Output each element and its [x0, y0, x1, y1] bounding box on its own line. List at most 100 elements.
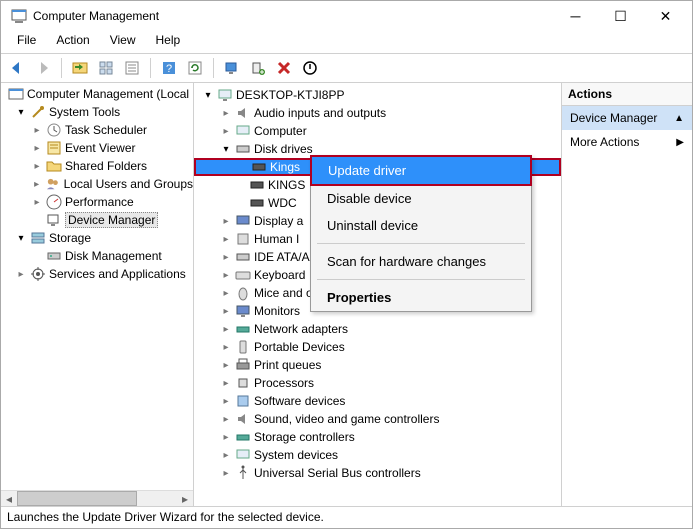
device-manager-icon — [46, 212, 62, 228]
enable-disable-button[interactable] — [298, 56, 322, 80]
forward-button[interactable] — [31, 56, 55, 80]
tree-services[interactable]: ▸ Services and Applications — [1, 265, 193, 283]
expand-icon[interactable]: ▸ — [31, 161, 43, 172]
menubar: File Action View Help — [1, 31, 692, 53]
tree-system-tools[interactable]: ▾ System Tools — [1, 103, 193, 121]
ctx-disable-device[interactable]: Disable device — [311, 185, 531, 212]
dev-processors[interactable]: ▸Processors — [194, 374, 561, 392]
display-icon — [235, 213, 251, 229]
tree-event-viewer[interactable]: ▸ Event Viewer — [1, 139, 193, 157]
drive-icon — [249, 177, 265, 193]
dev-portable[interactable]: ▸Portable Devices — [194, 338, 561, 356]
expand-icon[interactable]: ▸ — [31, 125, 43, 136]
expand-icon[interactable]: ▸ — [15, 269, 27, 280]
ctx-update-driver[interactable]: Update driver — [310, 155, 532, 186]
usb-icon — [235, 465, 251, 481]
network-icon — [235, 321, 251, 337]
pc-icon — [235, 123, 251, 139]
dev-root[interactable]: ▾ DESKTOP-KTJI8PP — [194, 86, 561, 104]
tree-device-manager[interactable]: Device Manager — [1, 211, 193, 229]
tree-disk-management[interactable]: Disk Management — [1, 247, 193, 265]
main-body: Computer Management (Local ▾ System Tool… — [1, 83, 692, 506]
export-list-button[interactable] — [120, 56, 144, 80]
services-icon — [30, 266, 46, 282]
cpu-icon — [235, 375, 251, 391]
portable-icon — [235, 339, 251, 355]
collapse-icon[interactable]: ▾ — [15, 107, 27, 118]
dev-sound[interactable]: ▸Sound, video and game controllers — [194, 410, 561, 428]
help-button[interactable]: ? — [157, 56, 181, 80]
back-button[interactable] — [5, 56, 29, 80]
scan-hardware-button[interactable] — [220, 56, 244, 80]
monitor-icon — [235, 303, 251, 319]
show-hide-tree-button[interactable] — [68, 56, 92, 80]
expand-icon[interactable]: ▸ — [31, 179, 42, 190]
collapse-icon: ▲ — [674, 113, 684, 124]
minimize-button[interactable]: ─ — [553, 1, 598, 31]
dev-storage-ctrl[interactable]: ▸Storage controllers — [194, 428, 561, 446]
context-menu: Update driver Disable device Uninstall d… — [310, 155, 532, 312]
tools-icon — [30, 104, 46, 120]
performance-icon — [46, 194, 62, 210]
update-driver-button[interactable] — [246, 56, 270, 80]
tree-local-users[interactable]: ▸ Local Users and Groups — [1, 175, 193, 193]
dev-system[interactable]: ▸System devices — [194, 446, 561, 464]
actions-more[interactable]: More Actions ▶ — [562, 130, 692, 154]
system-icon — [235, 447, 251, 463]
disk-icon — [235, 141, 251, 157]
menu-file[interactable]: File — [7, 31, 46, 53]
left-hscrollbar[interactable]: ◂ ▸ — [1, 490, 193, 506]
maximize-button[interactable]: ☐ — [598, 1, 643, 31]
software-icon — [235, 393, 251, 409]
tree-shared-folders[interactable]: ▸ Shared Folders — [1, 157, 193, 175]
drive-icon — [249, 195, 265, 211]
actions-pane: Actions Device Manager ▲ More Actions ▶ — [562, 83, 692, 506]
hid-icon — [235, 231, 251, 247]
disk-mgmt-icon — [46, 248, 62, 264]
collapse-icon[interactable]: ▾ — [202, 90, 214, 101]
expand-icon[interactable]: ▸ — [31, 197, 43, 208]
actions-device-manager[interactable]: Device Manager ▲ — [562, 106, 692, 130]
menu-help[interactable]: Help — [146, 31, 191, 53]
refresh-button[interactable] — [183, 56, 207, 80]
speaker-icon — [235, 105, 251, 121]
titlebar: Computer Management ─ ☐ ✕ — [1, 1, 692, 31]
dev-software[interactable]: ▸Software devices — [194, 392, 561, 410]
app-icon — [11, 8, 27, 24]
ide-icon — [235, 249, 251, 265]
keyboard-icon — [235, 267, 251, 283]
dev-audio[interactable]: ▸Audio inputs and outputs — [194, 104, 561, 122]
drive-icon — [251, 159, 267, 175]
tree-storage[interactable]: ▾ Storage — [1, 229, 193, 247]
ctx-properties[interactable]: Properties — [311, 284, 531, 311]
statusbar: Launches the Update Driver Wizard for th… — [1, 506, 692, 528]
uninstall-button[interactable] — [272, 56, 296, 80]
ctx-uninstall-device[interactable]: Uninstall device — [311, 212, 531, 239]
event-icon — [46, 140, 62, 156]
window-title: Computer Management — [33, 9, 553, 23]
menu-action[interactable]: Action — [46, 31, 99, 53]
dev-print[interactable]: ▸Print queues — [194, 356, 561, 374]
storage-icon — [30, 230, 46, 246]
dev-network[interactable]: ▸Network adapters — [194, 320, 561, 338]
dev-computer[interactable]: ▸Computer — [194, 122, 561, 140]
folder-icon — [46, 158, 62, 174]
expand-icon[interactable]: ▸ — [31, 143, 43, 154]
ctx-scan-hardware[interactable]: Scan for hardware changes — [311, 248, 531, 275]
dev-usb[interactable]: ▸Universal Serial Bus controllers — [194, 464, 561, 482]
left-pane: Computer Management (Local ▾ System Tool… — [1, 83, 194, 506]
close-button[interactable]: ✕ — [643, 1, 688, 31]
mmc-icon — [8, 86, 24, 102]
tree-task-scheduler[interactable]: ▸ Task Scheduler — [1, 121, 193, 139]
tree-root[interactable]: Computer Management (Local — [1, 85, 193, 103]
menu-view[interactable]: View — [100, 31, 146, 53]
properties-button[interactable] — [94, 56, 118, 80]
storage-ctrl-icon — [235, 429, 251, 445]
actions-heading: Actions — [562, 83, 692, 106]
svg-text:?: ? — [166, 63, 172, 75]
sound-icon — [235, 411, 251, 427]
printer-icon — [235, 357, 251, 373]
collapse-icon[interactable]: ▾ — [15, 233, 27, 244]
device-tree-pane: ▾ DESKTOP-KTJI8PP ▸Audio inputs and outp… — [194, 83, 562, 506]
tree-performance[interactable]: ▸ Performance — [1, 193, 193, 211]
